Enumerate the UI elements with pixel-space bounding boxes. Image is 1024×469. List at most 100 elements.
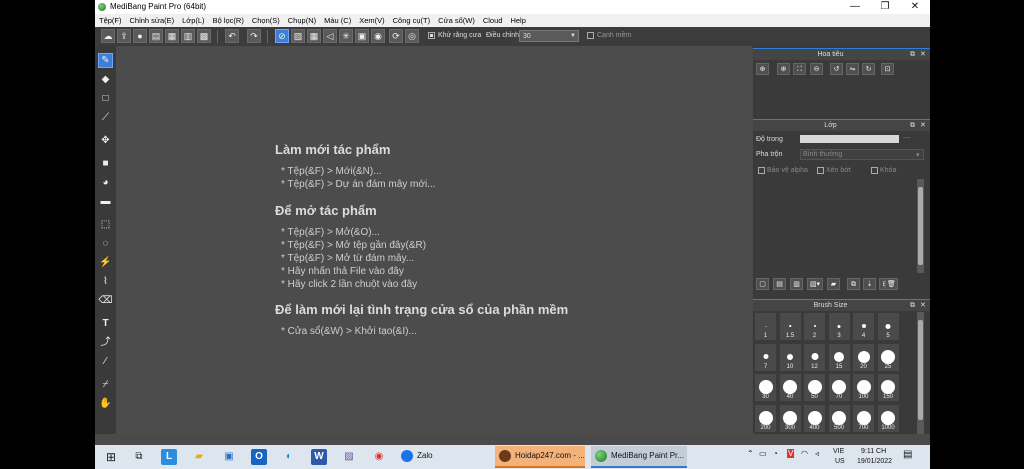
store-icon[interactable]: ▣ — [221, 449, 237, 465]
new-halftone-layer-icon[interactable]: ▤ — [773, 278, 786, 290]
select-tool-icon[interactable]: ⬚ — [98, 217, 113, 232]
soft-edge-checkbox[interactable] — [587, 32, 594, 39]
taskbar-hoidap[interactable]: Hoidap247.com - ... — [495, 446, 585, 468]
menu-snap[interactable]: Chụp(N) — [284, 14, 320, 27]
undock-icon[interactable]: ⧉ — [910, 300, 915, 311]
chrome-icon[interactable]: ◉ — [371, 449, 387, 465]
brush-size-cell[interactable]: 70 — [827, 373, 851, 402]
close-panel-icon[interactable]: ✕ — [920, 300, 926, 311]
brush-size-cell[interactable]: 7 — [754, 342, 777, 372]
zoom-out-icon[interactable]: ⊖ — [810, 63, 823, 75]
clock-time[interactable]: 9:11 CH — [861, 448, 886, 455]
close-button[interactable]: ✕ — [900, 0, 930, 14]
merge-layer-icon[interactable]: ⇣ — [863, 278, 876, 290]
rotate-left-icon[interactable]: ↺ — [830, 63, 843, 75]
menu-select[interactable]: Chọn(S) — [248, 14, 284, 27]
close-panel-icon[interactable]: ✕ — [920, 120, 926, 131]
lock-checkbox[interactable] — [871, 167, 878, 174]
close-panel-icon[interactable]: ✕ — [920, 49, 926, 60]
brush-size-cell[interactable]: 200 — [754, 403, 777, 433]
protect-alpha-checkbox[interactable] — [758, 167, 765, 174]
dot-tool-icon[interactable]: □ — [98, 91, 113, 106]
redo-icon[interactable]: ↷ — [247, 29, 261, 43]
brush-size-scrollbar[interactable] — [917, 312, 924, 434]
unikey-icon[interactable]: V — [787, 449, 795, 458]
new-8bit-layer-icon[interactable]: ▥ — [790, 278, 803, 290]
speech-bubble-icon[interactable]: ● — [133, 29, 147, 43]
snap-radial-icon[interactable]: ✳ — [339, 29, 353, 43]
undock-icon[interactable]: ⧉ — [910, 49, 915, 60]
grid-icon[interactable]: ▩ — [197, 29, 211, 43]
undo-icon[interactable]: ↶ — [225, 29, 239, 43]
brush-size-cell[interactable]: 300 — [778, 403, 802, 433]
brush-size-cell[interactable]: 2 — [803, 312, 826, 341]
layer-options-icon[interactable]: ▧▾ — [807, 278, 823, 290]
menu-window[interactable]: Cửa sổ(W) — [434, 14, 479, 27]
brush-size-cell[interactable]: 1 — [754, 312, 777, 341]
snap-parallel-icon[interactable]: ▨ — [291, 29, 305, 43]
brush-size-cell[interactable]: 30 — [754, 373, 777, 402]
lasso-tool-icon[interactable]: ◌ — [98, 236, 113, 251]
text-tool-icon[interactable]: T — [98, 316, 113, 331]
select-eraser-tool-icon[interactable]: ⌫ — [98, 293, 113, 308]
menu-cloud[interactable]: Cloud — [479, 14, 507, 27]
network-icon[interactable]: ◔ — [773, 449, 778, 458]
zoom-in-2-icon[interactable]: ⊕ — [777, 63, 790, 75]
hand-tool-icon[interactable]: ✋ — [98, 396, 113, 411]
layer-list[interactable] — [753, 179, 917, 273]
fit-icon[interactable]: ⛶ — [793, 63, 806, 75]
menu-view[interactable]: Xem(V) — [355, 14, 388, 27]
file-explorer-icon[interactable]: ▰ — [191, 449, 207, 465]
magic-wand-tool-icon[interactable]: ⚡ — [98, 255, 113, 270]
new-layer-icon[interactable]: ▢ — [756, 278, 769, 290]
duplicate-layer-icon[interactable]: ⧉ — [847, 278, 860, 290]
menu-color[interactable]: Màu (C) — [320, 14, 355, 27]
rotate-right-icon[interactable]: ↻ — [862, 63, 875, 75]
undock-icon[interactable]: ⧉ — [910, 120, 915, 131]
save-icon[interactable]: ⇪ — [117, 29, 131, 43]
snap-perspective-icon[interactable]: ▣ — [355, 29, 369, 43]
layer-scrollbar[interactable] — [917, 179, 924, 273]
blur-tool-icon[interactable]: ⟋ — [98, 110, 113, 125]
maximize-button[interactable]: ❐ — [870, 0, 900, 14]
brush-size-cell[interactable]: 50 — [803, 373, 826, 402]
menu-help[interactable]: Help — [506, 14, 529, 27]
snap-grid-icon[interactable]: ▦ — [307, 29, 321, 43]
brush-size-cell[interactable]: 1000 — [876, 403, 900, 433]
menu-tools[interactable]: Công cụ(T) — [389, 14, 435, 27]
snap-vanish-icon[interactable]: ◁ — [323, 29, 337, 43]
volume-icon[interactable]: ◃ — [815, 449, 819, 458]
menu-filter[interactable]: Bộ lọc(R) — [209, 14, 248, 27]
brush-size-cell[interactable]: 20 — [852, 342, 875, 372]
layer-scrollbar-thumb[interactable] — [918, 187, 923, 265]
edge-icon[interactable]: ◐ — [281, 449, 297, 465]
brush-size-cell[interactable]: 1.5 — [778, 312, 802, 341]
zoom-in-icon[interactable]: ⊕ — [756, 63, 769, 75]
eraser-tool-icon[interactable]: ◆ — [98, 72, 113, 87]
delete-layer-icon[interactable]: 🗑 — [885, 278, 898, 290]
page-icon[interactable]: ▦ — [165, 29, 179, 43]
menu-edit[interactable]: Chỉnh sửa(E) — [126, 14, 179, 27]
input-language[interactable]: VIE — [833, 448, 844, 455]
brush-size-cell[interactable]: 12 — [803, 342, 826, 372]
brush-size-cell[interactable]: 400 — [803, 403, 826, 433]
brush-size-cell[interactable]: 10 — [778, 342, 802, 372]
operation-tool-icon[interactable]: ⤴ — [98, 335, 113, 350]
brush-size-cell[interactable]: 4 — [852, 312, 875, 341]
flip-icon[interactable]: ⇋ — [846, 63, 859, 75]
shape-tool-icon[interactable]: ■ — [98, 156, 113, 171]
brush-size-cell[interactable]: 700 — [852, 403, 875, 433]
windows-start-icon[interactable]: ⊞ — [103, 449, 119, 465]
gradient-tool-icon[interactable]: ▬ — [98, 194, 113, 209]
snap-circle-icon[interactable]: ◉ — [371, 29, 385, 43]
taskbar-zalo[interactable]: Zalo — [397, 446, 489, 468]
antialias-checkbox[interactable] — [428, 32, 435, 39]
brush-size-cell[interactable]: 25 — [876, 342, 900, 372]
brush-size-cell[interactable]: 15 — [827, 342, 851, 372]
panel-icon[interactable]: ▥ — [181, 29, 195, 43]
opacity-slider[interactable] — [800, 135, 899, 143]
folder-icon[interactable]: ▰ — [827, 278, 840, 290]
clipping-checkbox[interactable] — [817, 167, 824, 174]
comment-icon[interactable]: ▤ — [149, 29, 163, 43]
task-view-icon[interactable]: ⧉ — [131, 449, 147, 465]
